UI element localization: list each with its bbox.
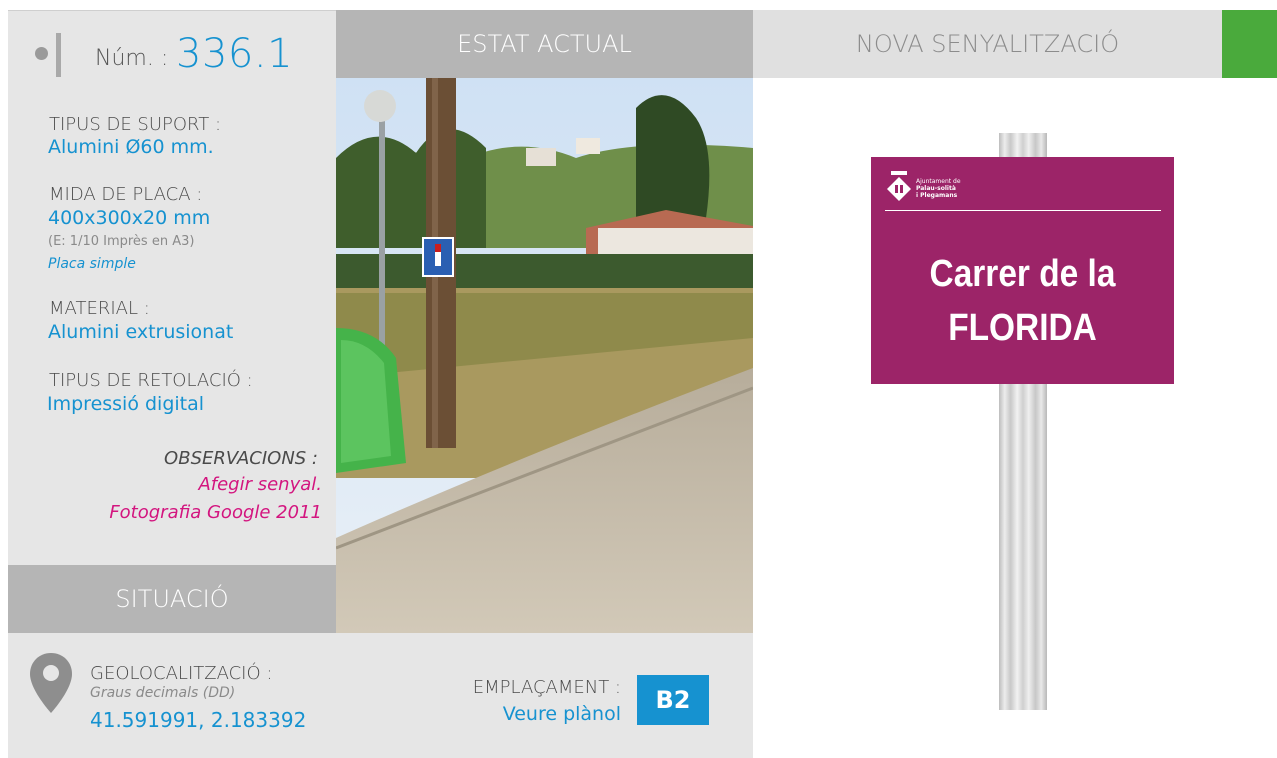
current-state-header: ESTAT ACTUAL — [336, 10, 753, 78]
new-signage-header: NOVA SENYALITZACIÓ — [753, 10, 1222, 78]
signage-sheet: Núm. : 336.1 ESTAT ACTUAL NOVA SENYALITZ… — [0, 0, 1277, 758]
placement-label: EMPLAÇAMENT : — [472, 677, 621, 698]
map-pin-icon — [30, 653, 72, 717]
municipality-logo-text: Ajuntament de Palau-solità i Plegamans — [916, 178, 961, 199]
lettering-type-label: TIPUS DE RETOLACIÓ : — [49, 370, 253, 391]
placement-code-badge[interactable]: B2 — [637, 675, 709, 725]
number-label: Núm. : — [95, 46, 169, 71]
sheet-number-header: Núm. : 336.1 — [8, 10, 336, 78]
logo-line-1: Ajuntament de — [916, 178, 961, 185]
placement-map-link[interactable]: Veure plànol — [503, 703, 621, 725]
specs-panel: TIPUS DE SUPORT : Alumini Ø60 mm. MIDA D… — [8, 78, 336, 565]
support-type-value: Alumini Ø60 mm. — [48, 136, 214, 158]
plate-type-note: Placa simple — [48, 256, 136, 272]
logo-line-2: Palau-solità — [916, 185, 956, 192]
municipal-shield-icon — [886, 171, 912, 205]
support-type-label: TIPUS DE SUPORT : — [49, 114, 222, 135]
plate-scale-note: (E: 1/10 Imprès en A3) — [48, 234, 195, 249]
material-label: MATERIAL : — [49, 298, 150, 319]
status-color-tab — [1222, 10, 1277, 78]
bullet-dot-icon — [35, 47, 48, 60]
location-panel: GEOLOCALITZACIÓ : Graus decimals (DD) 41… — [8, 633, 753, 758]
observations-line-1: Afegir senyal. — [198, 474, 322, 495]
sign-divider — [885, 210, 1161, 211]
lettering-type-value: Impressió digital — [47, 393, 205, 415]
divider-bar — [56, 33, 61, 77]
geolocation-value: 41.591991, 2.183392 — [90, 708, 307, 732]
observations-label: OBSERVACIONS : — [164, 448, 318, 469]
geolocation-format: Graus decimals (DD) — [90, 685, 236, 701]
current-state-photo — [336, 78, 753, 633]
observations-line-2: Fotografia Google 2011 — [109, 502, 322, 523]
plate-size-label: MIDA DE PLACA : — [49, 184, 203, 205]
geolocation-label: GEOLOCALITZACIÓ : — [90, 663, 273, 684]
street-name-sign: Ajuntament de Palau-solità i Plegamans C… — [871, 157, 1174, 384]
location-section-title: SITUACIÓ — [8, 565, 336, 633]
number-value: 336.1 — [176, 31, 294, 77]
plate-size-value: 400x300x20 mm — [48, 207, 211, 229]
street-name-line-2: FLORIDA — [948, 307, 1097, 349]
street-name-line-1: Carrer de la — [929, 253, 1116, 295]
logo-line-3: i Plegamans — [916, 192, 958, 199]
material-value: Alumini extrusionat — [48, 321, 234, 343]
street-name-text: Carrer de la FLORIDA — [889, 247, 1156, 355]
